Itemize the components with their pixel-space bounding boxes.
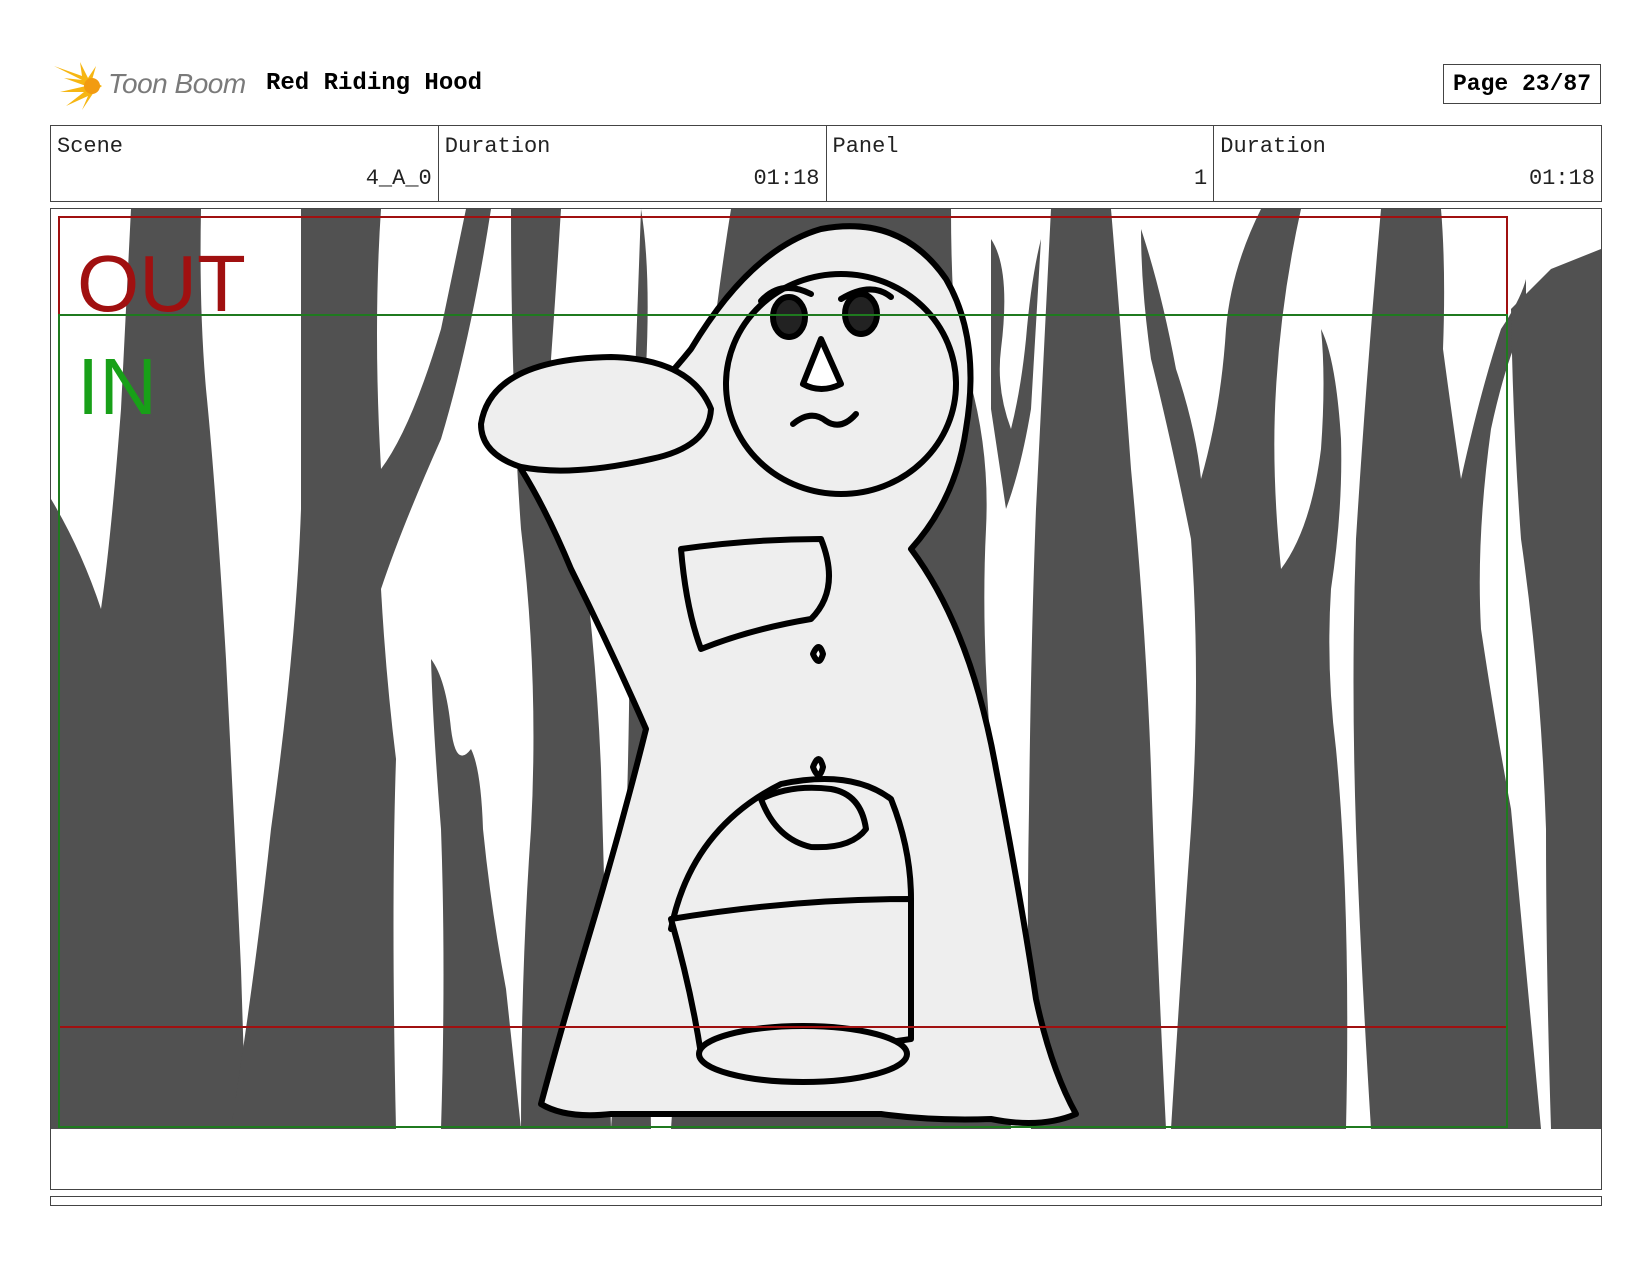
scene-cell: Scene 4_A_0 (51, 126, 439, 201)
panel-value: 1 (1194, 166, 1208, 191)
scene-duration-value: 01:18 (753, 166, 820, 191)
panel-label: Panel (832, 134, 899, 159)
panel-duration-value: 01:18 (1528, 166, 1595, 191)
button (810, 644, 826, 664)
panel-duration-label: Duration (1220, 134, 1326, 159)
toon-boom-logo: Toon Boom (52, 58, 252, 112)
out-field-label: OUT (77, 239, 246, 328)
arm-raised (478, 354, 714, 474)
panel-cell: Panel 1 (827, 126, 1215, 201)
scene-value: 4_A_0 (365, 166, 432, 191)
panel-info-table: Scene 4_A_0 Duration 01:18 Panel 1 Durat… (50, 125, 1602, 202)
scene-duration-cell: Duration 01:18 (439, 126, 827, 201)
basket-rim (696, 1023, 910, 1085)
panel-duration-cell: Duration 01:18 (1214, 126, 1601, 201)
tree-trunk (1027, 209, 1166, 1129)
in-field-label: IN (77, 342, 157, 431)
project-title: Red Riding Hood (266, 70, 483, 97)
tree-trunk (1141, 209, 1348, 1129)
storyboard-panel: OUT IN (50, 208, 1602, 1190)
eye (770, 294, 808, 340)
button (810, 756, 826, 778)
tree-trunk (991, 239, 1041, 509)
scene-duration-label: Duration (444, 134, 551, 159)
starburst-logo-icon (54, 62, 102, 110)
caption-bar (50, 1196, 1602, 1206)
panel-drawing (51, 209, 1601, 1129)
brand-name: Toon Boom (108, 68, 246, 99)
page-indicator: Page 23/87 (1443, 64, 1601, 104)
scene-label: Scene (57, 134, 124, 159)
tree-trunk (431, 659, 521, 1129)
